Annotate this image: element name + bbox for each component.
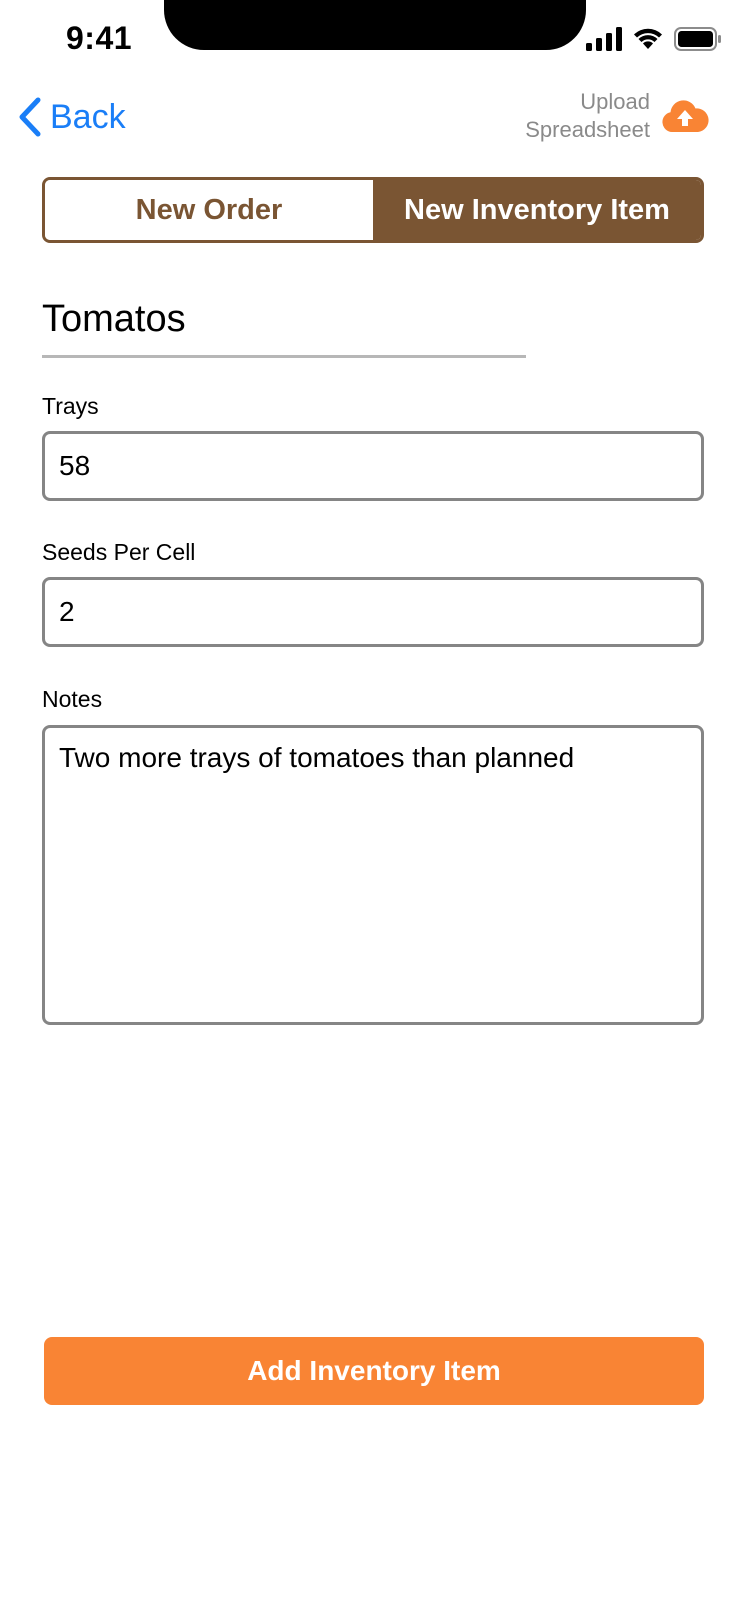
trays-input[interactable]: 58 bbox=[42, 431, 704, 501]
seeds-per-cell-label: Seeds Per Cell bbox=[42, 539, 196, 565]
cloud-upload-icon bbox=[662, 100, 709, 132]
seeds-per-cell-input[interactable]: 2 bbox=[42, 577, 704, 647]
battery-icon bbox=[674, 27, 721, 51]
tab-new-order[interactable]: New Order bbox=[45, 180, 373, 240]
device-notch bbox=[164, 0, 586, 50]
wifi-icon bbox=[634, 28, 662, 49]
back-label: Back bbox=[50, 97, 126, 136]
mode-segmented-control: New Order New Inventory Item bbox=[42, 177, 704, 243]
status-icons bbox=[586, 26, 722, 52]
cellular-signal-icon bbox=[586, 27, 622, 51]
back-button[interactable]: Back bbox=[16, 92, 126, 142]
trays-label: Trays bbox=[42, 393, 99, 419]
upload-spreadsheet-button[interactable]: Upload Spreadsheet bbox=[510, 88, 710, 144]
add-inventory-item-button[interactable]: Add Inventory Item bbox=[44, 1337, 704, 1405]
status-bar: 9:41 bbox=[0, 0, 750, 80]
upload-spreadsheet-label: Upload Spreadsheet bbox=[525, 89, 650, 142]
notes-label: Notes bbox=[42, 686, 103, 712]
status-time: 9:41 bbox=[66, 20, 133, 56]
chevron-left-icon bbox=[19, 97, 41, 137]
item-name-input[interactable]: Tomatos bbox=[42, 298, 526, 358]
notes-textarea[interactable]: Two more trays of tomatoes than planned bbox=[42, 725, 704, 1025]
tab-new-inventory-item[interactable]: New Inventory Item bbox=[373, 180, 701, 240]
inventory-screen: 9:41 Back Upload Spreadsheet New Order N… bbox=[0, 0, 750, 1624]
